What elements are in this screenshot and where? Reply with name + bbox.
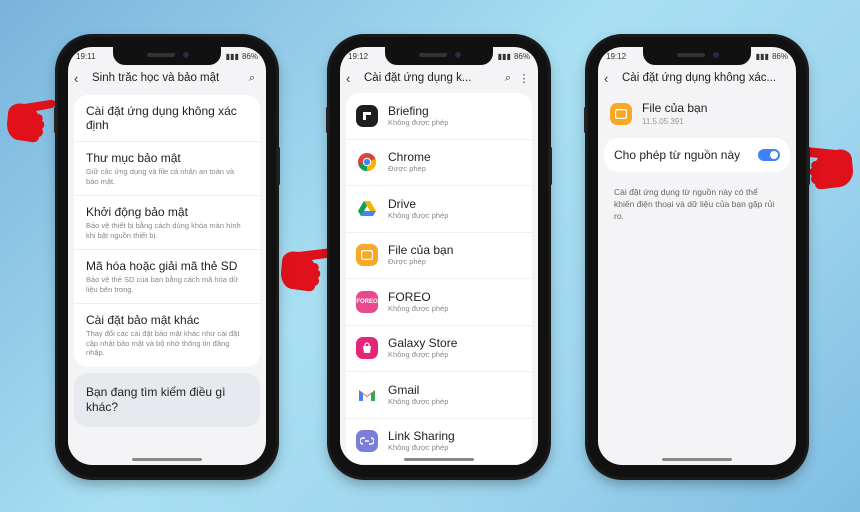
- allow-source-switch[interactable]: [758, 149, 780, 161]
- setting-sd-encryption[interactable]: Mã hóa hoặc giải mã thẻ SD Bảo vệ thẻ SD…: [74, 250, 260, 304]
- app-permission-status: Không được phép: [388, 350, 449, 360]
- back-arrow-icon[interactable]: ‹: [74, 71, 88, 86]
- warning-text: Cài đặt ứng dụng từ nguồn này có thể khi…: [614, 187, 775, 221]
- setting-title: Thư mục bảo mật: [86, 151, 181, 165]
- app-name: File của bạn: [388, 243, 454, 258]
- battery-level: 86%: [513, 51, 530, 61]
- toolbar: ‹ Cài đặt ứng dụng k... ⌕ ⋮: [340, 65, 538, 91]
- setting-subtitle: Bảo vệ thẻ SD của bạn bằng cách mã hóa d…: [86, 275, 239, 294]
- toolbar: ‹ Sinh trắc học và bảo mật ⌕: [68, 65, 266, 91]
- app-permission-status: Không được phép: [388, 443, 449, 453]
- app-permission-status: Không được phép: [388, 303, 449, 313]
- app-name: Briefing: [388, 103, 429, 118]
- app-name: Chrome: [388, 150, 431, 165]
- setting-title: Khởi động bảo mật: [86, 205, 188, 219]
- setting-unknown-apps[interactable]: Cài đặt ứng dụng không xác định: [74, 95, 260, 142]
- signal-icon: ▮▮▮: [497, 51, 511, 61]
- status-time: 19:12: [606, 51, 627, 61]
- galaxy-store-icon: [356, 337, 378, 360]
- page-title: Cài đặt ứng dụng không xác...: [622, 72, 777, 84]
- setting-subtitle: Giữ các ứng dụng và file cá nhân an toàn…: [86, 167, 235, 186]
- list-item[interactable]: Gmail Không được phép: [346, 372, 532, 419]
- gmail-icon: [356, 383, 378, 406]
- allow-source-toggle-row[interactable]: Cho phép từ nguồn này: [604, 138, 790, 172]
- battery-level: 86%: [241, 51, 258, 61]
- pointing-hand-icon: [7, 99, 56, 143]
- setting-secure-folder[interactable]: Thư mục bảo mật Giữ các ứng dụng và file…: [74, 142, 260, 196]
- setting-secure-startup[interactable]: Khởi động bảo mật Bảo vệ thiết bị bằng c…: [74, 196, 260, 250]
- search-icon[interactable]: ⌕: [500, 72, 516, 85]
- drive-icon: [356, 197, 378, 220]
- status-time: 19:12: [348, 51, 369, 61]
- home-indicator: [662, 458, 732, 461]
- settings-list: Cài đặt ứng dụng không xác định Thư mục …: [74, 95, 260, 367]
- list-item[interactable]: FOREO FOREO Không được phép: [346, 279, 532, 326]
- phone-frame: 19:11 ▮▮▮ 86% ‹ Sinh trắc học và bảo mật …: [54, 37, 280, 477]
- phone-screen: 19:12 ▮▮▮ 86% ‹ Cài đặt ứng dụng không xá…: [598, 47, 796, 465]
- toggle-label: Cho phép từ nguồn này: [614, 148, 741, 162]
- list-item[interactable]: Chrome Được phép: [346, 140, 532, 186]
- app-permission-status: Được phép: [388, 257, 426, 267]
- search-suggestion-card[interactable]: Bạn đang tìm kiếm điều gì khác?: [74, 372, 260, 427]
- page-title: Sinh trắc học và bảo mật: [92, 72, 220, 84]
- app-name: File của bạn: [642, 101, 708, 115]
- phone-frame: 19:12 ▮▮▮ 86% ‹ Cài đặt ứng dụng k... ⌕ ⋮…: [326, 37, 552, 477]
- briefing-icon: [356, 104, 378, 127]
- battery-level: 86%: [771, 51, 788, 61]
- back-arrow-icon[interactable]: ‹: [604, 71, 618, 86]
- app-permission-status: Không được phép: [388, 210, 449, 220]
- more-options-icon[interactable]: ⋮: [516, 72, 532, 85]
- list-item[interactable]: Drive Không được phép: [346, 186, 532, 233]
- app-permission-status: Không được phép: [388, 396, 449, 406]
- back-arrow-icon[interactable]: ‹: [346, 71, 360, 86]
- list-item[interactable]: Briefing Không được phép: [346, 93, 532, 140]
- signal-icon: ▮▮▮: [755, 51, 769, 61]
- app-name: Drive: [388, 196, 417, 211]
- folder-icon: [610, 103, 632, 125]
- status-time: 19:11: [76, 51, 96, 61]
- setting-other-security[interactable]: Cài đặt bảo mật khác Thay đổi các cài đặ…: [74, 304, 260, 367]
- list-item[interactable]: Galaxy Store Không được phép: [346, 326, 532, 372]
- setting-subtitle: Thay đổi các cài đặt bảo mật khác như cà…: [86, 329, 240, 357]
- setting-subtitle: Bảo vệ thiết bị bằng cách dùng khóa màn …: [86, 221, 241, 240]
- foreo-icon: FOREO: [356, 290, 378, 313]
- signal-icon: ▮▮▮: [225, 51, 239, 61]
- setting-title: Mã hóa hoặc giải mã thẻ SD: [86, 259, 238, 273]
- app-version: 11.5.05.391: [642, 117, 684, 126]
- app-name: Link Sharing: [388, 429, 455, 444]
- page-title: Cài đặt ứng dụng k...: [364, 72, 472, 84]
- app-list: Briefing Không được phép Chrome Được phép …: [346, 93, 532, 465]
- list-item[interactable]: File của bạn Được phép: [346, 233, 532, 279]
- phone-screen: 19:11 ▮▮▮ 86% ‹ Sinh trắc học và bảo mật …: [68, 47, 266, 465]
- chrome-icon: [356, 151, 378, 174]
- setting-title: Cài đặt ứng dụng không xác định: [86, 104, 237, 132]
- home-indicator: [132, 458, 202, 461]
- folder-icon: [356, 244, 378, 267]
- phone-screen: 19:12 ▮▮▮ 86% ‹ Cài đặt ứng dụng k... ⌕ ⋮…: [340, 47, 538, 465]
- home-indicator: [404, 458, 474, 461]
- phone-frame: 19:12 ▮▮▮ 86% ‹ Cài đặt ứng dụng không xá…: [584, 37, 810, 477]
- toolbar: ‹ Cài đặt ứng dụng không xác...: [598, 65, 796, 91]
- app-name: Galaxy Store: [388, 336, 458, 351]
- link-sharing-icon: [356, 430, 378, 453]
- app-name: FOREO: [388, 289, 431, 304]
- app-name: Gmail: [388, 382, 420, 397]
- search-icon[interactable]: ⌕: [244, 72, 260, 85]
- app-header: File của bạn 11.5.05.391: [598, 91, 796, 134]
- setting-title: Cài đặt bảo mật khác: [86, 313, 200, 327]
- app-permission-status: Được phép: [388, 164, 426, 174]
- app-permission-status: Không được phép: [388, 117, 449, 127]
